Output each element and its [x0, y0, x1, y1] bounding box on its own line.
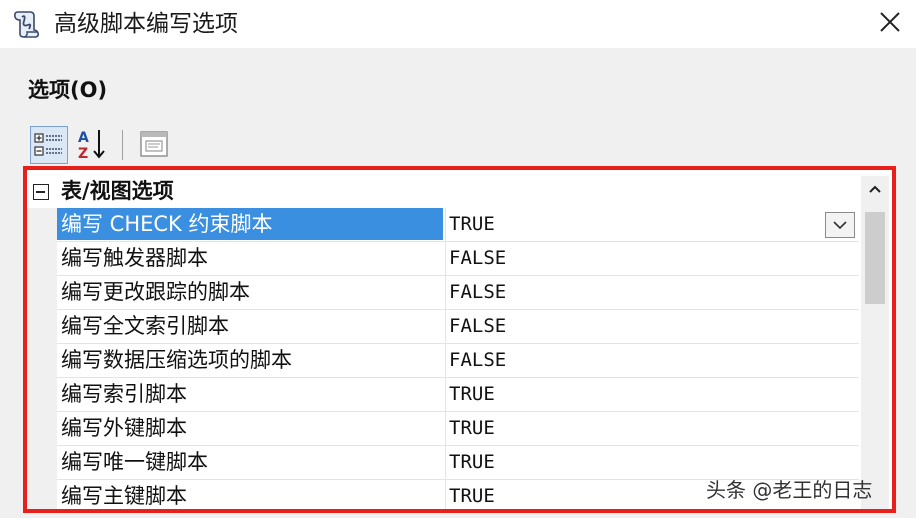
property-name: 编写全文索引脚本: [61, 314, 229, 338]
column-divider: [445, 480, 446, 509]
column-divider: [445, 412, 446, 446]
row-gutter: [27, 378, 57, 412]
row-gutter: [27, 276, 57, 310]
script-scroll-icon: [10, 8, 42, 40]
row-gutter: [27, 446, 57, 480]
column-divider: [445, 242, 446, 276]
property-name: 编写数据压缩选项的脚本: [61, 348, 292, 372]
property-row[interactable]: 编写更改跟踪的脚本 FALSE: [27, 276, 859, 310]
property-pages-button[interactable]: [136, 126, 174, 164]
alphabetical-view-button[interactable]: A Z: [74, 126, 112, 164]
property-pages-icon: [136, 131, 172, 166]
property-row[interactable]: 编写唯一键脚本 TRUE: [27, 446, 859, 480]
row-gutter: [27, 412, 57, 446]
property-value[interactable]: TRUE: [449, 378, 859, 410]
categorized-view-button[interactable]: [30, 126, 68, 164]
chevron-down-icon: [826, 221, 854, 241]
property-name: 编写外键脚本: [61, 416, 187, 440]
sort-az-icon: A Z: [74, 130, 110, 166]
vertical-scrollbar[interactable]: [861, 176, 889, 509]
property-row[interactable]: 编写索引脚本 TRUE: [27, 378, 859, 412]
column-divider: [445, 208, 446, 242]
toolbar-separator: [122, 130, 123, 160]
property-row[interactable]: 编写外键脚本 TRUE: [27, 412, 859, 446]
close-icon: [878, 10, 902, 38]
property-value[interactable]: TRUE: [449, 208, 859, 240]
column-divider: [445, 378, 446, 412]
title-bar: 高级脚本编写选项: [0, 0, 916, 48]
row-gutter: [27, 242, 57, 276]
row-gutter: [27, 208, 57, 242]
row-gutter: [27, 310, 57, 344]
value-dropdown-button[interactable]: [825, 212, 855, 238]
categorized-icon: [31, 133, 67, 167]
property-grid: 表/视图选项 编写 CHECK 约束脚本 TRUE 编写触发器脚本 FALSE …: [23, 166, 896, 513]
property-row[interactable]: 编写 CHECK 约束脚本 TRUE: [27, 208, 859, 242]
scroll-thumb[interactable]: [865, 212, 885, 304]
scroll-up-button[interactable]: [861, 176, 889, 202]
close-button[interactable]: [872, 6, 908, 42]
svg-text:A: A: [78, 130, 89, 146]
property-row[interactable]: 编写数据压缩选项的脚本 FALSE: [27, 344, 859, 378]
property-value[interactable]: FALSE: [449, 344, 859, 376]
options-label: 选项(O): [28, 78, 108, 102]
property-row[interactable]: 编写全文索引脚本 FALSE: [27, 310, 859, 344]
column-divider: [445, 276, 446, 310]
watermark-text: 头条 @老王的日志: [706, 478, 873, 502]
property-value[interactable]: TRUE: [449, 412, 859, 444]
property-name: 编写主键脚本: [61, 484, 187, 508]
column-divider: [445, 344, 446, 378]
property-name: 编写更改跟踪的脚本: [61, 280, 250, 304]
window-title: 高级脚本编写选项: [54, 11, 238, 37]
category-row[interactable]: 表/视图选项: [27, 176, 859, 206]
category-label: 表/视图选项: [61, 179, 174, 203]
property-name: 编写 CHECK 约束脚本: [57, 208, 443, 240]
property-name: 编写索引脚本: [61, 382, 187, 406]
property-value[interactable]: FALSE: [449, 242, 859, 274]
collapse-icon[interactable]: [33, 184, 49, 200]
property-value[interactable]: FALSE: [449, 276, 859, 308]
property-value[interactable]: TRUE: [449, 446, 859, 478]
row-gutter: [27, 480, 57, 509]
chevron-up-icon: [861, 185, 889, 206]
row-gutter: [27, 344, 57, 378]
column-divider: [445, 446, 446, 480]
column-divider: [445, 310, 446, 344]
property-name: 编写唯一键脚本: [61, 450, 208, 474]
property-row[interactable]: 编写触发器脚本 FALSE: [27, 242, 859, 276]
property-value[interactable]: FALSE: [449, 310, 859, 342]
property-name: 编写触发器脚本: [61, 246, 208, 270]
svg-text:Z: Z: [78, 146, 88, 162]
